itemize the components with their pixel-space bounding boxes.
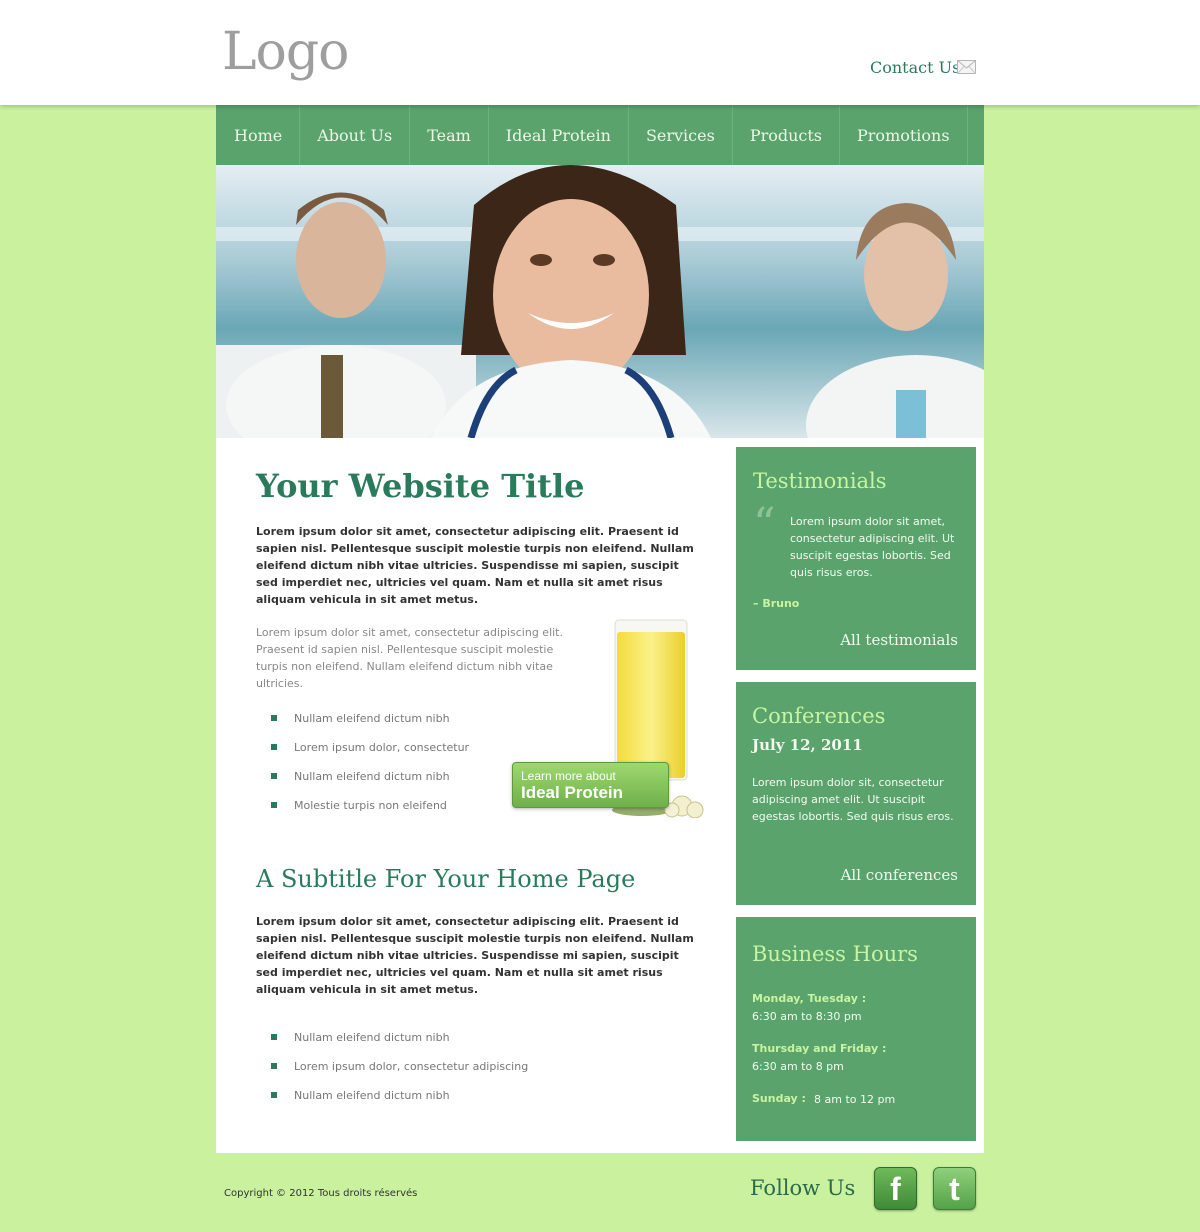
feature-list: Nullam eleifend dictum nibh Lorem ipsum … bbox=[271, 1029, 528, 1116]
main-navigation: Home About Us Team Ideal Protein Service… bbox=[216, 105, 984, 165]
quote-icon: “ bbox=[753, 499, 776, 550]
nav-item-ideal-protein[interactable]: Ideal Protein bbox=[489, 105, 629, 165]
hours-value: 6:30 am to 8:30 pm bbox=[752, 1010, 862, 1023]
list-item: Nullam eleifend dictum nibh bbox=[271, 1087, 528, 1116]
body-paragraph: Lorem ipsum dolor sit amet, consectetur … bbox=[256, 626, 563, 690]
facebook-icon[interactable]: f bbox=[874, 1167, 917, 1210]
hours-label: Sunday : bbox=[752, 1092, 806, 1105]
feature-list: Nullam eleifend dictum nibh Lorem ipsum … bbox=[271, 710, 469, 826]
intro-paragraph: Lorem ipsum dolor sit amet, consectetur … bbox=[256, 525, 694, 606]
conferences-box: Conferences July 12, 2011 Lorem ipsum do… bbox=[736, 682, 976, 905]
page-subtitle: A Subtitle For Your Home Page bbox=[256, 865, 636, 893]
testimonial-author: – Bruno bbox=[753, 597, 800, 610]
nav-item-team[interactable]: Team bbox=[410, 105, 489, 165]
nav-item-home[interactable]: Home bbox=[216, 105, 301, 165]
mail-icon[interactable] bbox=[957, 60, 976, 74]
list-item: Lorem ipsum dolor, consectetur bbox=[271, 739, 469, 768]
testimonial-quote: Lorem ipsum dolor sit amet, consectetur … bbox=[790, 515, 955, 579]
contact-us-link[interactable]: Contact Us bbox=[870, 58, 960, 77]
conference-date: July 12, 2011 bbox=[752, 736, 863, 754]
list-item: Molestie turpis non eleifend bbox=[271, 797, 469, 826]
page-title: Your Website Title bbox=[256, 467, 585, 505]
hours-value: 8 am to 12 pm bbox=[814, 1093, 896, 1106]
business-hours-heading: Business Hours bbox=[752, 942, 918, 966]
subtitle-paragraph: Lorem ipsum dolor sit amet, consectetur … bbox=[256, 915, 694, 996]
all-conferences-link[interactable]: All conferences bbox=[841, 866, 958, 884]
all-testimonials-link[interactable]: All testimonials bbox=[840, 631, 958, 649]
nav-item-about-us[interactable]: About Us bbox=[300, 105, 411, 165]
nav-item-services[interactable]: Services bbox=[629, 105, 733, 165]
promo-line-2: Ideal Protein bbox=[521, 783, 624, 802]
juice-glass-image bbox=[614, 619, 688, 781]
nav-item-promotions[interactable]: Promotions bbox=[840, 105, 968, 165]
nav-item-products[interactable]: Products bbox=[733, 105, 841, 165]
list-item: Nullam eleifend dictum nibh bbox=[271, 768, 469, 797]
conferences-heading: Conferences bbox=[752, 704, 886, 728]
copyright-text: Copyright © 2012 Tous droits réservés bbox=[224, 1188, 418, 1199]
hero-image bbox=[216, 165, 984, 438]
follow-us-label: Follow Us bbox=[750, 1176, 856, 1200]
main-container: Home About Us Team Ideal Protein Service… bbox=[216, 105, 984, 1153]
list-item: Nullam eleifend dictum nibh bbox=[271, 710, 469, 739]
hours-value: 6:30 am to 8 pm bbox=[752, 1060, 844, 1073]
ideal-protein-promo-button[interactable]: Learn more about Ideal Protein bbox=[512, 762, 669, 808]
testimonials-heading: Testimonials bbox=[753, 469, 887, 493]
twitter-icon[interactable]: t bbox=[933, 1167, 976, 1210]
promo-line-1: Learn more about bbox=[521, 769, 616, 783]
conference-description: Lorem ipsum dolor sit, consectetur adipi… bbox=[752, 776, 954, 823]
site-header: Logo Contact Us bbox=[0, 0, 1200, 105]
list-item: Nullam eleifend dictum nibh bbox=[271, 1029, 528, 1058]
testimonials-box: Testimonials “ Lorem ipsum dolor sit ame… bbox=[736, 447, 976, 670]
hours-label: Monday, Tuesday : bbox=[752, 992, 867, 1005]
list-item: Lorem ipsum dolor, consectetur adipiscin… bbox=[271, 1058, 528, 1087]
hours-label: Thursday and Friday : bbox=[752, 1042, 887, 1055]
site-logo[interactable]: Logo bbox=[222, 22, 349, 82]
business-hours-box: Business Hours Monday, Tuesday : 6:30 am… bbox=[736, 917, 976, 1141]
